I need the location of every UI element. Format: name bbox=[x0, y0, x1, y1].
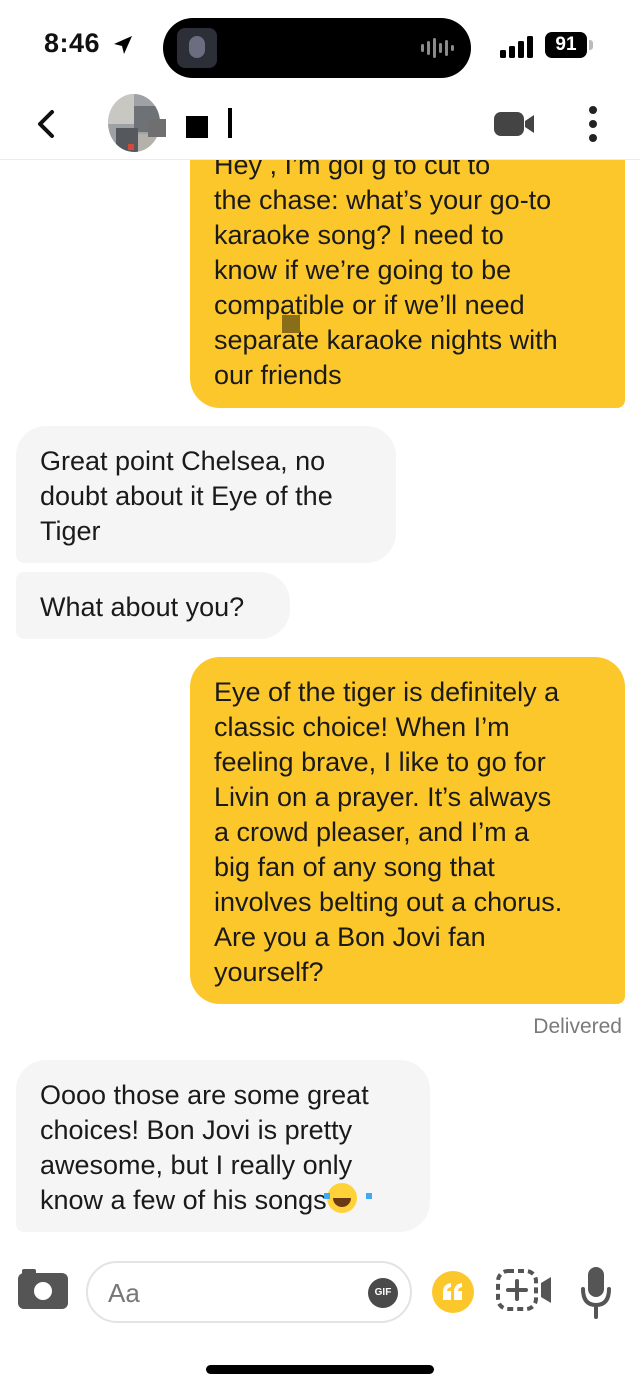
cellular-signal-icon bbox=[500, 34, 536, 58]
contact-name-redaction bbox=[186, 116, 208, 138]
sticker-icon[interactable] bbox=[496, 1269, 554, 1311]
name-redaction bbox=[282, 315, 300, 333]
delivered-status: Delivered bbox=[533, 1015, 622, 1038]
battery-icon: 91 bbox=[545, 32, 587, 58]
video-call-icon[interactable] bbox=[494, 110, 536, 138]
message-bubble-outgoing[interactable]: Eye of the tiger is definitely a classic… bbox=[190, 657, 625, 1004]
message-bubble-incoming[interactable]: Great point Chelsea, no doubt about it E… bbox=[16, 426, 396, 563]
message-list[interactable]: Hey , I’m goi g to cut to the chase: wha… bbox=[0, 160, 640, 1235]
location-arrow-icon bbox=[114, 36, 132, 54]
camera-icon[interactable] bbox=[18, 1269, 68, 1309]
message-input[interactable] bbox=[108, 1275, 348, 1311]
microphone-icon[interactable] bbox=[580, 1267, 612, 1319]
contact-name-redaction bbox=[148, 119, 166, 137]
message-bubble-incoming[interactable]: Oooo those are some great choices! Bon J… bbox=[16, 1060, 430, 1232]
tears-of-joy-emoji-icon bbox=[323, 1183, 372, 1213]
back-chevron-icon[interactable] bbox=[30, 106, 66, 142]
dynamic-island[interactable] bbox=[163, 18, 471, 78]
message-composer: GIF bbox=[0, 1245, 640, 1345]
now-playing-thumbnail bbox=[177, 28, 217, 68]
gif-icon[interactable]: GIF bbox=[368, 1278, 398, 1308]
message-bubble-outgoing[interactable]: Hey , I’m goi g to cut to the chase: wha… bbox=[190, 160, 625, 408]
chat-header bbox=[0, 90, 640, 160]
status-bar: 8:46 91 bbox=[0, 0, 640, 90]
contact-name-redaction bbox=[228, 108, 232, 138]
battery-cap bbox=[589, 40, 593, 50]
audio-waveform-icon bbox=[421, 37, 457, 59]
quote-prompt-icon[interactable] bbox=[432, 1271, 474, 1313]
message-bubble-incoming[interactable]: What about you? bbox=[16, 572, 290, 639]
message-input-field[interactable]: GIF bbox=[86, 1261, 412, 1323]
more-options-icon[interactable] bbox=[580, 102, 606, 146]
message-text: Oooo those are some great choices! Bon J… bbox=[40, 1080, 369, 1215]
home-indicator[interactable] bbox=[206, 1365, 434, 1374]
status-time: 8:46 bbox=[44, 28, 101, 58]
